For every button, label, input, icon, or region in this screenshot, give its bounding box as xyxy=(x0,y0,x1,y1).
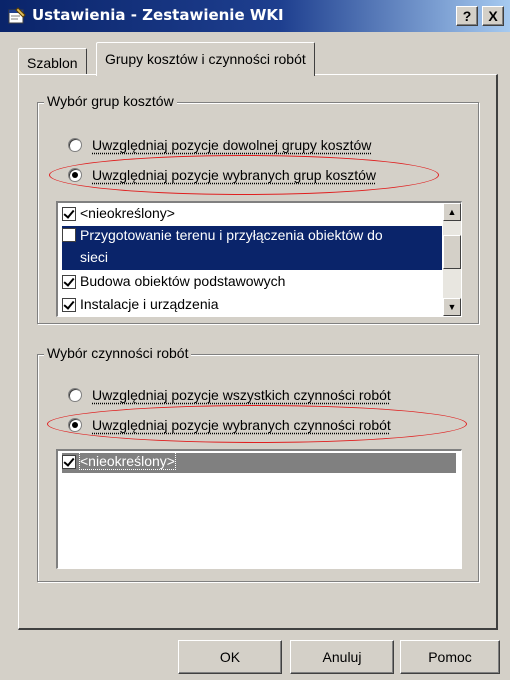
ok-button[interactable]: OK xyxy=(178,640,282,674)
radio-button-checked-icon xyxy=(68,168,82,182)
radio-any-cost-group[interactable]: Uwzględniaj pozycje dowolnej grupy koszt… xyxy=(68,137,371,153)
window-title: Ustawienia - Zestawienie WKI xyxy=(32,6,284,24)
tab-panel: Wybór grup kosztów Uwzględniaj pozycje d… xyxy=(18,74,498,630)
work-activities-legend: Wybór czynności robót xyxy=(44,345,192,361)
checkbox-checked-icon[interactable] xyxy=(62,207,76,221)
list-item-selected[interactable]: <nieokreślony> xyxy=(62,452,456,473)
list-item-selected[interactable]: Przygotowanie terenu i przyłączenia obie… xyxy=(62,226,442,270)
cancel-button[interactable]: Anuluj xyxy=(290,640,394,674)
cost-groups-legend: Wybór grup kosztów xyxy=(44,93,177,109)
cost-groups-groupbox: Wybór grup kosztów Uwzględniaj pozycje d… xyxy=(37,93,479,324)
radio-selected-cost-groups[interactable]: Uwzględniaj pozycje wybranych grup koszt… xyxy=(68,167,376,183)
help-button[interactable]: Pomoc xyxy=(400,640,500,674)
work-activities-listbox[interactable]: <nieokreślony> xyxy=(56,449,462,569)
vertical-scrollbar[interactable]: ▲ ▼ xyxy=(443,203,461,316)
scroll-thumb[interactable] xyxy=(443,235,461,269)
checkbox-icon[interactable] xyxy=(62,228,76,242)
checkbox-checked-icon[interactable] xyxy=(62,298,76,312)
radio-button-icon xyxy=(68,138,82,152)
cost-groups-listbox[interactable]: <nieokreślony> Przygotowanie terenu i pr… xyxy=(56,201,462,317)
close-button[interactable]: X xyxy=(482,6,504,26)
settings-dialog: Ustawienia - Zestawienie WKI ? X Szablon… xyxy=(0,0,510,680)
list-item[interactable]: <nieokreślony> xyxy=(62,205,175,221)
tab-cost-groups-activities[interactable]: Grupy kosztów i czynności robót xyxy=(96,42,315,76)
scroll-down-arrow-icon[interactable]: ▼ xyxy=(443,298,461,316)
tab-label: Grupy kosztów i czynności robót xyxy=(105,51,306,67)
help-title-button[interactable]: ? xyxy=(456,6,478,26)
tab-label: Szablon xyxy=(27,55,78,71)
tab-szablon[interactable]: Szablon xyxy=(18,48,87,74)
radio-all-activities[interactable]: Uwzględniaj pozycje wszystkich czynności… xyxy=(68,387,391,403)
checkbox-checked-icon[interactable] xyxy=(62,455,76,469)
radio-button-checked-icon xyxy=(68,418,82,432)
checkbox-checked-icon[interactable] xyxy=(62,275,76,289)
radio-button-icon xyxy=(68,388,82,402)
scroll-up-arrow-icon[interactable]: ▲ xyxy=(443,203,461,221)
radio-selected-activities[interactable]: Uwzględniaj pozycje wybranych czynności … xyxy=(68,417,391,433)
list-item[interactable]: Instalacje i urządzenia xyxy=(62,296,219,312)
title-bar[interactable]: Ustawienia - Zestawienie WKI ? X xyxy=(0,0,510,32)
properties-icon xyxy=(8,7,26,25)
list-item[interactable]: Budowa obiektów podstawowych xyxy=(62,273,285,289)
work-activities-groupbox: Wybór czynności robót Uwzględniaj pozycj… xyxy=(37,345,479,582)
